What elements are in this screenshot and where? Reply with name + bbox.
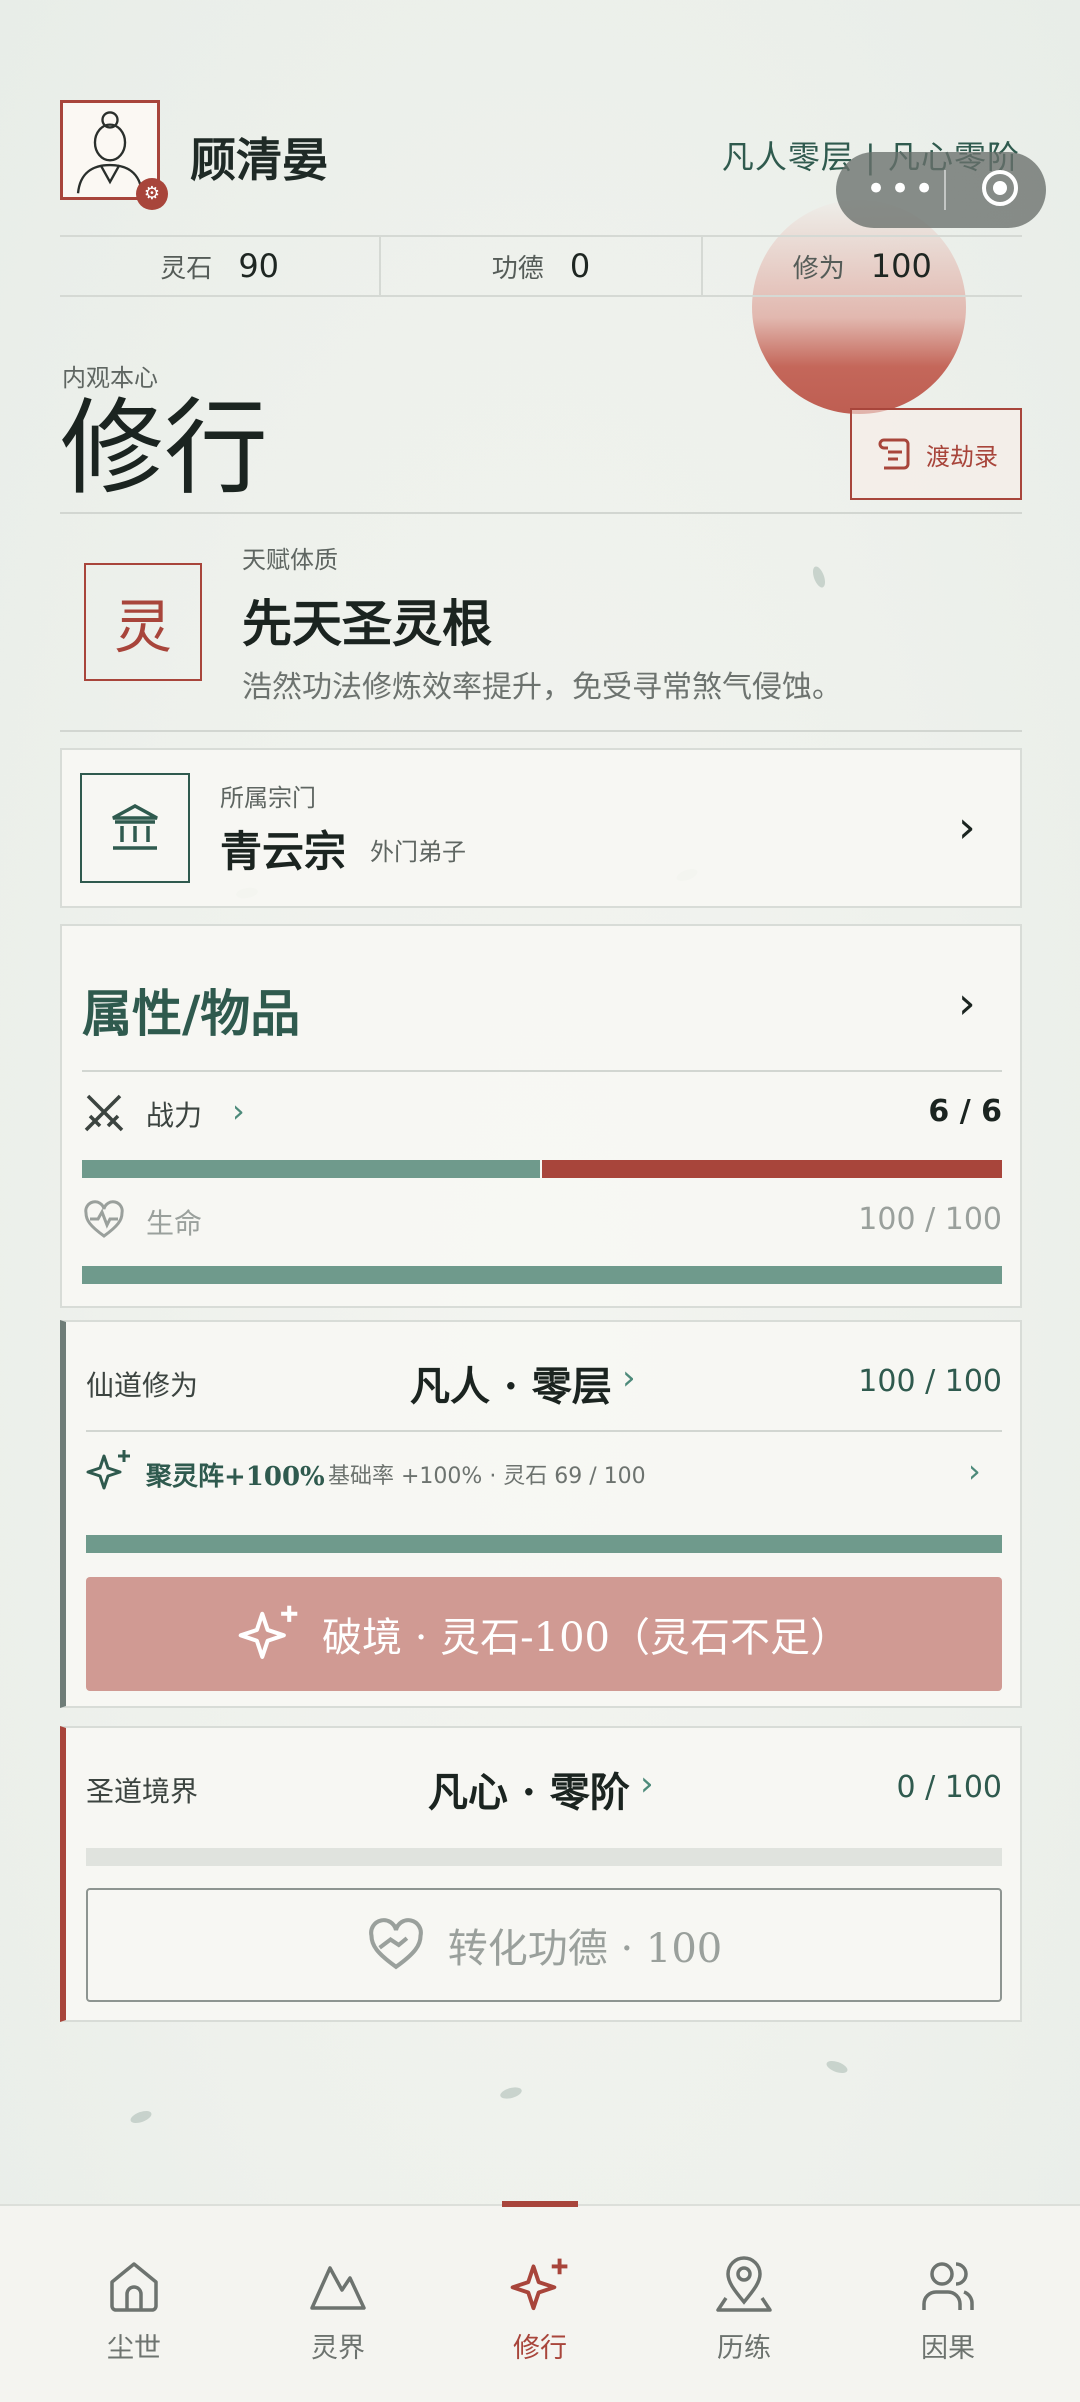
- breakthrough-label: 破境 · 灵石-100（灵石不足）: [321, 1615, 850, 1661]
- divider: [86, 1430, 1002, 1432]
- stat-value: 0: [569, 247, 591, 285]
- combat-label[interactable]: 战力: [146, 1094, 202, 1134]
- breakthrough-button[interactable]: 破境 · 灵石-100（灵石不足）: [86, 1577, 1002, 1691]
- settings-badge-icon[interactable]: ⚙: [136, 178, 168, 210]
- home-icon: [110, 2262, 158, 2312]
- stat-xiuwei: 修为 100: [703, 237, 1022, 295]
- username: 顾清晏: [190, 133, 328, 187]
- combat-value: 6 / 6: [928, 1094, 1002, 1129]
- chevron-right-icon[interactable]: ›: [622, 1358, 636, 1398]
- combat-bar-green: [82, 1160, 540, 1178]
- mountain-icon: [310, 2266, 366, 2310]
- stat-label: 灵石: [160, 253, 213, 284]
- heart-pulse-icon: [84, 1200, 124, 1238]
- shengdao-bar: [86, 1848, 1002, 1866]
- tab-label: 尘世: [107, 2333, 161, 2364]
- hp-value: 100 / 100: [858, 1202, 1002, 1237]
- tab-lingjie[interactable]: 灵界: [263, 2256, 413, 2365]
- dujie-label: 渡劫录: [926, 442, 998, 471]
- divider: [60, 512, 1022, 514]
- xiandao-bar-fill: [86, 1535, 1002, 1553]
- divider: [82, 1070, 1002, 1072]
- dujie-button[interactable]: 渡劫录: [850, 408, 1022, 500]
- stat-value: 100: [870, 247, 932, 285]
- crossed-swords-icon: [84, 1094, 124, 1132]
- leaf-decor: [810, 564, 828, 590]
- stat-gongde: 功德 0: [381, 237, 703, 295]
- tab-label: 灵界: [311, 2333, 365, 2364]
- tab-label: 因果: [921, 2333, 975, 2364]
- sect-name: 青云宗: [220, 827, 347, 876]
- combat-bar-red: [542, 1160, 1002, 1178]
- talent-desc: 浩然功法修炼效率提升，免受寻常煞气侵蚀。: [242, 670, 842, 705]
- convert-merit-label: 转化功德 · 100: [447, 1926, 723, 1972]
- page-title: 修行: [60, 387, 269, 509]
- combat-bar: [82, 1160, 1002, 1178]
- shengdao-realm[interactable]: 凡心 · 零阶: [428, 1760, 630, 1818]
- sect-tag: 所属宗门: [220, 784, 316, 812]
- more-icon[interactable]: •••: [866, 172, 938, 206]
- xiandao-bar: [86, 1535, 1002, 1553]
- tab-xiuxing[interactable]: 修行: [465, 2256, 615, 2365]
- talent-seal-char: 灵: [113, 593, 172, 661]
- chevron-right-icon[interactable]: ›: [232, 1092, 245, 1130]
- sparkle-icon: [86, 1450, 130, 1490]
- shengdao-value: 0 / 100: [896, 1770, 1002, 1805]
- capsule-divider: [944, 170, 946, 210]
- active-tab-indicator: [502, 2201, 578, 2207]
- sparkle-icon: [238, 1605, 298, 1659]
- chevron-right-icon[interactable]: ›: [640, 1764, 654, 1804]
- leaf-decor: [499, 2085, 523, 2101]
- tab-label: 修行: [513, 2333, 567, 2364]
- chevron-right-icon[interactable]: ›: [968, 1452, 981, 1490]
- users-icon: [922, 2262, 974, 2310]
- talent-seal: 灵: [84, 563, 202, 681]
- stat-label: 功德: [491, 253, 544, 284]
- sun-decor: [752, 200, 966, 414]
- close-target-icon[interactable]: [982, 170, 1018, 206]
- tab-yinguo[interactable]: 因果: [873, 2256, 1023, 2365]
- stats-bar: 灵石 90 功德 0 修为 100: [60, 235, 1022, 297]
- sect-card[interactable]: [60, 748, 1022, 908]
- stat-value: 90: [238, 247, 280, 285]
- stat-lingshi: 灵石 90: [60, 237, 382, 295]
- array-detail: 基础率 +100% · 灵石 69 / 100: [328, 1464, 646, 1489]
- shengdao-label: 圣道境界: [86, 1775, 199, 1808]
- divider: [60, 730, 1022, 732]
- hp-label: 生命: [146, 1207, 203, 1240]
- attributes-title[interactable]: 属性/物品: [82, 974, 300, 1046]
- sparkle-icon: [510, 2258, 568, 2311]
- map-pin-icon: [716, 2256, 772, 2312]
- chevron-right-icon[interactable]: ›: [958, 982, 976, 1026]
- leaf-decor: [824, 2058, 850, 2076]
- miniprogram-capsule: •••: [836, 152, 1046, 228]
- scroll-icon: [878, 438, 910, 470]
- leaf-decor: [128, 2108, 154, 2126]
- hp-bar-fill: [82, 1266, 1002, 1284]
- stat-label: 修为: [792, 253, 845, 284]
- array-label[interactable]: 聚灵阵+100%: [146, 1456, 325, 1493]
- hp-bar: [82, 1266, 1002, 1284]
- chevron-right-icon[interactable]: ›: [958, 806, 976, 850]
- heart-hands-icon: [368, 1918, 423, 1970]
- xiandao-value: 100 / 100: [858, 1364, 1002, 1399]
- xiandao-label: 仙道修为: [86, 1369, 199, 1402]
- talent-tag: 天赋体质: [242, 546, 338, 574]
- tab-label: 历练: [717, 2333, 771, 2364]
- convert-merit-button[interactable]: 转化功德 · 100: [86, 1888, 1002, 2002]
- tab-chenshi[interactable]: 尘世: [59, 2256, 209, 2365]
- temple-icon: [80, 773, 190, 883]
- xiandao-realm[interactable]: 凡人 · 零层: [410, 1354, 612, 1412]
- sect-rank: 外门弟子: [370, 838, 466, 866]
- talent-name: 先天圣灵根: [242, 594, 492, 653]
- tab-lilian[interactable]: 历练: [669, 2256, 819, 2365]
